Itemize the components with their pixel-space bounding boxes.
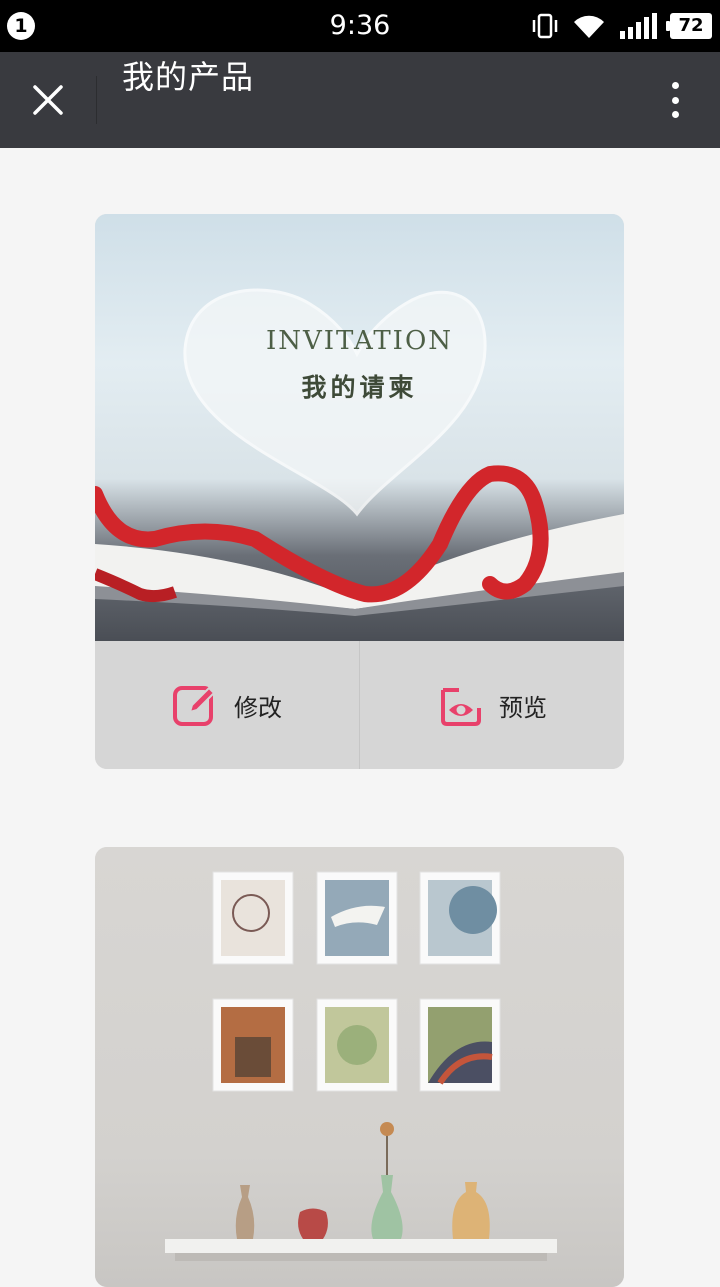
invitation-title-cn: 我的请柬	[301, 373, 418, 402]
product-card	[95, 847, 624, 1287]
edit-icon	[173, 686, 216, 726]
wifi-icon	[574, 15, 604, 38]
signal-icon	[620, 13, 657, 39]
battery-icon: 72	[666, 13, 712, 39]
preview-button[interactable]: 预览	[359, 641, 624, 769]
product-card: INVITATION 我的请柬 修改 预览	[95, 214, 624, 769]
product-cover-image[interactable]	[95, 847, 624, 1287]
preview-label: 预览	[499, 693, 547, 722]
close-button[interactable]	[18, 70, 78, 130]
status-bar: 1 9:36 72	[0, 0, 720, 52]
status-icons: 72	[530, 10, 712, 42]
gallery-wall-illustration	[165, 871, 557, 1261]
invitation-illustration	[95, 288, 624, 616]
more-vertical-icon	[671, 82, 679, 89]
vibrate-icon	[532, 13, 558, 39]
more-button[interactable]	[660, 74, 690, 126]
title-divider	[96, 76, 97, 124]
product-cover-image[interactable]: INVITATION 我的请柬	[95, 214, 624, 641]
close-icon	[33, 85, 63, 115]
page-title: 我的产品	[122, 58, 255, 96]
preview-eye-icon	[441, 688, 481, 726]
invitation-title-en: INVITATION	[265, 326, 454, 356]
card-action-bar: 修改 预览	[95, 641, 624, 769]
title-bar: 我的产品	[0, 52, 720, 148]
edit-button[interactable]: 修改	[95, 641, 359, 769]
edit-label: 修改	[234, 693, 282, 722]
